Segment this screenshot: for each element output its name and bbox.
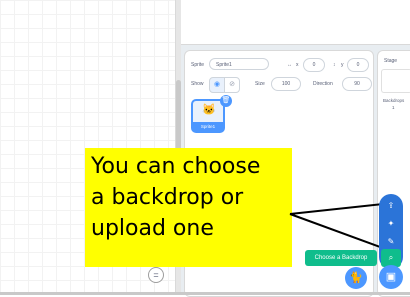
backdrops-label: Backdrops xyxy=(383,98,405,103)
direction-label: Direction xyxy=(313,81,333,87)
trash-icon[interactable]: 🗑 xyxy=(220,95,232,107)
sprite-name-field[interactable]: Sprite1 xyxy=(209,58,269,70)
x-label: x xyxy=(296,62,299,68)
sparkle-icon: ✦ xyxy=(387,219,395,228)
upload-icon: ⇪ xyxy=(387,201,395,210)
paintbrush-icon: ✎ xyxy=(387,237,395,246)
stage-view[interactable] xyxy=(181,0,410,45)
tutorial-callout: You can choose a backdrop or upload one xyxy=(85,148,292,267)
stage-label: Stage xyxy=(384,58,398,64)
choose-sprite-icon: 🐈 xyxy=(349,272,363,284)
paint-button[interactable]: ✎ xyxy=(381,234,401,250)
stage-thumbnail[interactable] xyxy=(381,69,410,93)
show-label: Show xyxy=(191,81,204,87)
x-field[interactable]: 0 xyxy=(303,58,325,72)
x-arrows-icon: ↔ xyxy=(287,62,292,68)
size-label: Size xyxy=(255,81,265,87)
y-field[interactable]: 0 xyxy=(347,58,369,72)
zoom-reset-button[interactable]: = xyxy=(148,267,164,283)
show-eye-icon[interactable]: ◉ xyxy=(209,77,225,93)
direction-field[interactable]: 90 xyxy=(342,77,372,91)
upload-backdrop-button[interactable]: ⇪ xyxy=(381,198,401,214)
choose-backdrop-tooltip: Choose a Backdrop xyxy=(305,250,377,266)
callout-line: a backdrop or xyxy=(91,185,244,210)
y-arrows-icon: ↕ xyxy=(333,62,336,68)
search-icon: ⌕ xyxy=(388,253,394,262)
surprise-button[interactable]: ✦ xyxy=(381,216,401,232)
sprite-label: Sprite xyxy=(191,62,205,68)
callout-line: You can choose xyxy=(91,154,261,179)
backdrops-count: 1 xyxy=(392,105,395,110)
size-field[interactable]: 100 xyxy=(271,77,301,91)
cat-sprite-icon: 🐱 xyxy=(202,104,216,116)
callout-line: upload one xyxy=(91,216,214,241)
sprite-thumbnail-label: Sprite1 xyxy=(193,122,223,131)
choose-backdrop-button[interactable]: ▣ xyxy=(379,265,403,289)
choose-sprite-button[interactable]: 🐈 xyxy=(345,267,367,289)
sprite-thumbnail[interactable]: 🐱 Sprite1 🗑 xyxy=(191,95,232,133)
y-label: y xyxy=(341,62,344,68)
choose-backdrop-icon: ▣ xyxy=(385,271,397,283)
hide-eye-icon[interactable]: ⊘ xyxy=(224,77,240,93)
